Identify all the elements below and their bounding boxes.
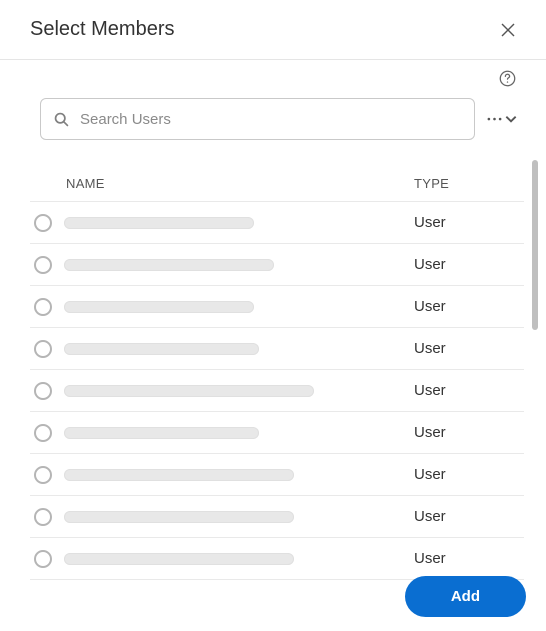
redacted-name (64, 217, 254, 229)
search-field[interactable] (40, 98, 475, 140)
toolbar (0, 60, 546, 144)
column-header-type: TYPE (414, 176, 524, 191)
table-row[interactable]: User (30, 412, 524, 454)
row-type-cell: User (414, 466, 524, 483)
row-type-cell: User (414, 382, 524, 399)
row-type-cell: User (414, 424, 524, 441)
row-type-cell: User (414, 256, 524, 273)
row-name-cell (64, 469, 402, 481)
redacted-name (64, 301, 254, 313)
row-type-cell: User (414, 340, 524, 357)
row-name-cell (64, 553, 402, 565)
dialog-title: Select Members (30, 18, 175, 41)
ellipsis-icon (487, 112, 502, 126)
add-button[interactable]: Add (405, 576, 526, 617)
redacted-name (64, 385, 314, 397)
row-radio[interactable] (34, 298, 52, 316)
table-row[interactable]: User (30, 286, 524, 328)
table-row[interactable]: User (30, 202, 524, 244)
row-radio[interactable] (34, 214, 52, 232)
row-radio[interactable] (34, 508, 52, 526)
redacted-name (64, 469, 294, 481)
row-type-cell: User (414, 550, 524, 567)
row-name-cell (64, 217, 402, 229)
dialog-footer: Add (405, 576, 526, 617)
row-type-cell: User (414, 214, 524, 231)
row-name-cell (64, 259, 402, 271)
row-type-cell: User (414, 508, 524, 525)
column-headers: NAME TYPE (30, 164, 524, 201)
row-radio[interactable] (34, 256, 52, 274)
help-button[interactable] (499, 70, 516, 92)
row-radio[interactable] (34, 424, 52, 442)
help-icon (499, 70, 516, 87)
table-row[interactable]: User (30, 328, 524, 370)
table-row[interactable]: User (30, 496, 524, 538)
redacted-name (64, 343, 259, 355)
redacted-name (64, 553, 294, 565)
chevron-down-icon (504, 112, 518, 126)
close-icon (500, 22, 516, 38)
table-row[interactable]: User (30, 538, 524, 580)
row-name-cell (64, 511, 402, 523)
row-name-cell (64, 343, 402, 355)
row-name-cell (64, 385, 402, 397)
row-type-cell: User (414, 298, 524, 315)
redacted-name (64, 427, 259, 439)
table-row[interactable]: User (30, 244, 524, 286)
search-input[interactable] (80, 111, 462, 128)
row-radio[interactable] (34, 466, 52, 484)
row-radio[interactable] (34, 550, 52, 568)
table-row[interactable]: User (30, 370, 524, 412)
dialog-header: Select Members (0, 0, 546, 60)
row-name-cell (64, 427, 402, 439)
row-name-cell (64, 301, 402, 313)
row-radio[interactable] (34, 340, 52, 358)
close-button[interactable] (500, 22, 516, 38)
redacted-name (64, 259, 274, 271)
row-radio[interactable] (34, 382, 52, 400)
members-table: NAME TYPE User User User User User User User Us… (0, 144, 546, 580)
scrollbar-thumb[interactable] (532, 160, 538, 330)
redacted-name (64, 511, 294, 523)
table-row[interactable]: User (30, 454, 524, 496)
column-header-name: NAME (66, 176, 414, 191)
more-options-toggle[interactable] (483, 112, 522, 126)
search-icon (53, 111, 70, 128)
